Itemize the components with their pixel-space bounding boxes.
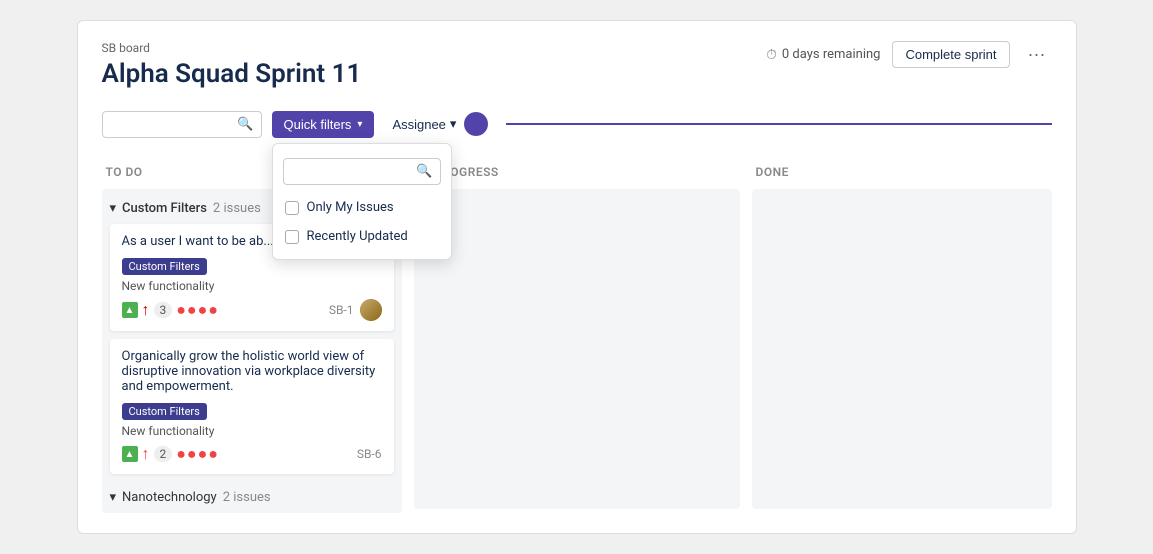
only-my-issues-checkbox[interactable] <box>285 201 299 215</box>
days-remaining: ⏱ 0 days remaining <box>766 47 880 63</box>
avatar-sb1 <box>360 299 382 321</box>
group-name: Custom Filters <box>122 201 207 216</box>
dropdown-item-recently-updated[interactable]: Recently Updated <box>273 222 451 251</box>
issue-label-sb1: New functionality <box>122 279 382 293</box>
header-right: ⏱ 0 days remaining Complete sprint ··· <box>766 41 1052 68</box>
nanotechnology-count: 2 issues <box>223 490 271 505</box>
issue-tag-sb6: Custom Filters <box>122 403 207 420</box>
quick-filters-button[interactable]: Quick filters ▾ <box>272 111 375 138</box>
issue-footer-sb6: ▲ ↑ 2 ●●●● SB-6 <box>122 444 382 464</box>
quick-filters-dropdown: 🔍 Only My Issues Recently Updated <box>272 143 452 260</box>
complete-sprint-button[interactable]: Complete sprint <box>892 41 1009 68</box>
main-container: SB board Alpha Squad Sprint 11 ⏱ 0 days … <box>77 20 1077 534</box>
search-icon: 🔍 <box>237 117 253 132</box>
dropdown-search-wrapper: 🔍 <box>273 152 451 193</box>
priority-icon-sb1: ↑ <box>142 300 150 320</box>
more-options-button[interactable]: ··· <box>1022 42 1052 67</box>
story-icon-sb1: ▲ <box>122 302 138 318</box>
toolbar-line <box>506 123 1051 125</box>
issue-tag-sb1: Custom Filters <box>122 258 207 275</box>
nanotechnology-group-header[interactable]: ▾ Nanotechnology 2 issues <box>110 482 394 505</box>
issue-label-sb6: New functionality <box>122 424 382 438</box>
caret-icon: ▾ <box>357 119 362 130</box>
story-icon-sb6: ▲ <box>122 446 138 462</box>
dots-menu-sb1[interactable]: ●●●● <box>176 300 219 320</box>
in-progress-column-content <box>414 189 740 509</box>
dots-menu-sb6[interactable]: ●●●● <box>176 444 219 464</box>
issue-title-sb6: Organically grow the holistic world view… <box>122 349 382 394</box>
nanotechnology-collapse-icon: ▾ <box>110 490 117 505</box>
search-wrapper: 🔍 <box>102 111 262 138</box>
issue-id-sb6: SB-6 <box>357 447 382 461</box>
story-points-sb1: 3 <box>154 302 173 318</box>
only-my-issues-label: Only My Issues <box>307 200 394 215</box>
group-collapse-icon: ▾ <box>110 201 117 216</box>
issue-card-sb6[interactable]: Organically grow the holistic world view… <box>110 339 394 474</box>
story-points-sb6: 2 <box>154 446 173 462</box>
dropdown-search-icon: 🔍 <box>416 164 432 179</box>
nanotechnology-label: Nanotechnology <box>122 490 217 505</box>
group-count: 2 issues <box>213 201 261 216</box>
priority-icon-sb6: ↑ <box>142 444 150 464</box>
recently-updated-checkbox[interactable] <box>285 230 299 244</box>
dropdown-item-only-my-issues[interactable]: Only My Issues <box>273 193 451 222</box>
assignee-button[interactable]: Assignee ▾ <box>384 107 496 141</box>
issue-icons-sb1: ▲ ↑ 3 ●●●● <box>122 300 219 320</box>
toolbar: 🔍 Quick filters ▾ Assignee ▾ 🔍 Only My I… <box>102 107 1052 141</box>
in-progress-column-header: IN PROGRESS <box>414 157 740 189</box>
recently-updated-label: Recently Updated <box>307 229 408 244</box>
assignee-caret-icon: ▾ <box>450 116 457 132</box>
board: TO DO ▾ Custom Filters 2 issues As a use… <box>102 157 1052 513</box>
in-progress-column: IN PROGRESS <box>414 157 740 513</box>
clock-icon: ⏱ <box>766 47 777 63</box>
issue-id-sb1: SB-1 <box>329 303 354 317</box>
done-column: DONE <box>752 157 1052 513</box>
done-column-content <box>752 189 1052 509</box>
issue-icons-sb6: ▲ ↑ 2 ●●●● <box>122 444 219 464</box>
done-column-header: DONE <box>752 157 1052 189</box>
assignee-avatar <box>464 112 488 136</box>
issue-footer-sb1: ▲ ↑ 3 ●●●● SB-1 <box>122 299 382 321</box>
